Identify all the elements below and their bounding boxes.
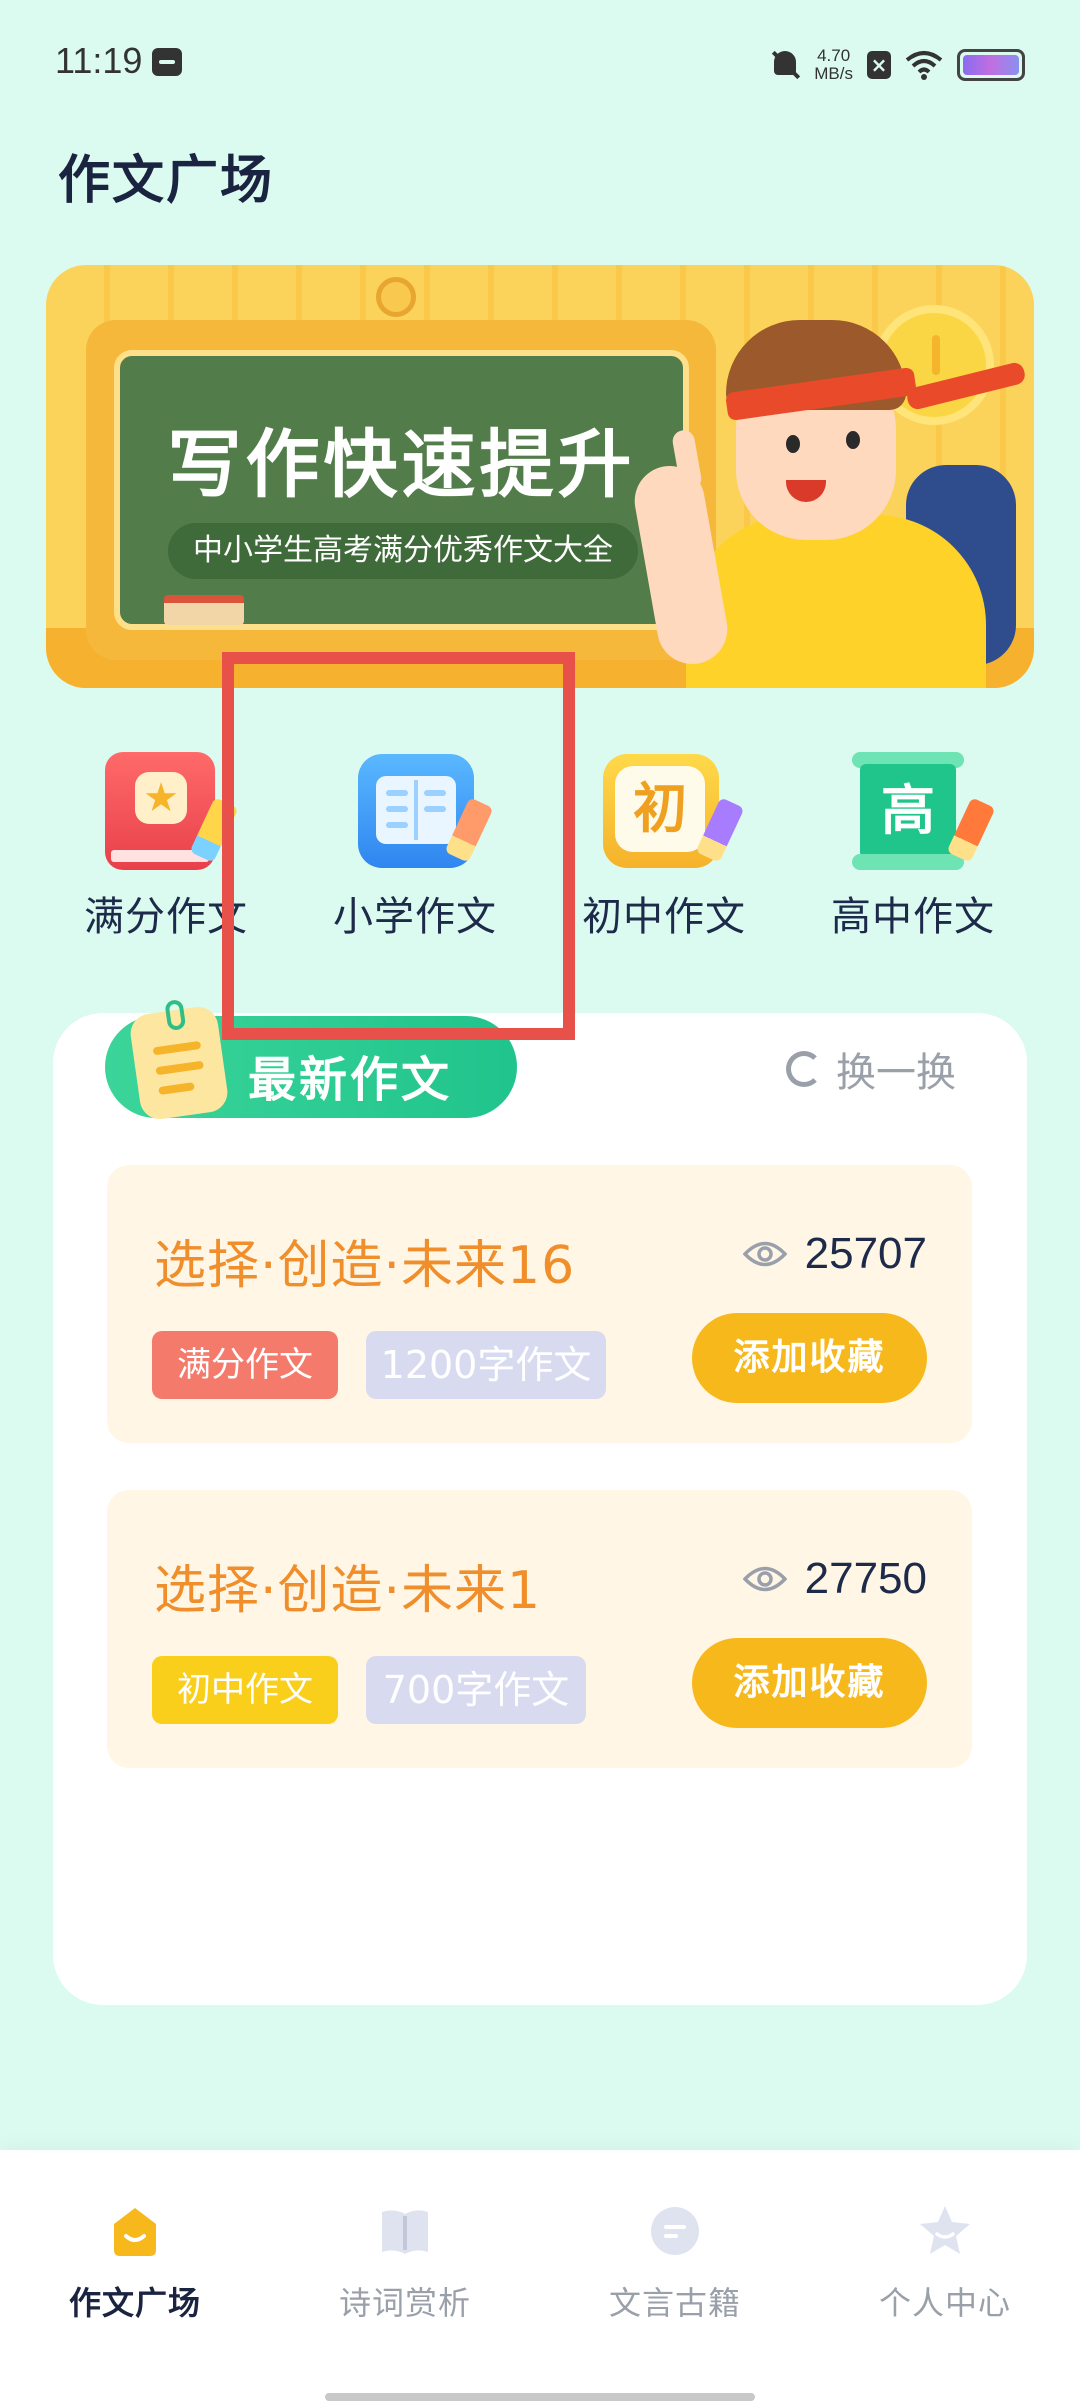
status-icons: 4.70 MB/s × [770, 40, 1025, 90]
boy-illustration [686, 515, 986, 688]
highlight-box [222, 652, 575, 1040]
promo-banner[interactable]: 写作快速提升 中小学生高考满分优秀作文大全 [46, 265, 1034, 688]
banner-subtitle: 中小学生高考满分优秀作文大全 [168, 523, 638, 579]
category-label: 初中作文 [582, 894, 746, 940]
page-title: 作文广场 [58, 151, 275, 211]
status-bar: 11:19 4.70 MB/s × [0, 0, 1080, 130]
nav-label: 个人中心 [878, 2284, 1011, 2322]
refresh-button[interactable]: 换一换 [786, 1040, 956, 1098]
eraser-illustration [164, 595, 244, 625]
book-icon [376, 2202, 434, 2260]
home-icon [106, 2202, 164, 2260]
nav-label: 作文广场 [68, 2284, 201, 2322]
board-hanger [376, 277, 416, 317]
essay-card[interactable]: 选择·创造·未来16 25707 满分作文 1200字作文 添加收藏 [107, 1165, 972, 1443]
note-icon [128, 998, 230, 1122]
essay-views: 25707 [742, 1229, 927, 1279]
bell-muted-icon [770, 49, 801, 81]
nav-label: 诗词赏析 [338, 2284, 471, 2322]
chu-icon: 初 [603, 752, 745, 870]
chat-icon [646, 2202, 704, 2260]
refresh-label: 换一换 [836, 1050, 956, 1096]
eye-icon [742, 1241, 787, 1267]
nav-label: 文言古籍 [608, 2284, 741, 2322]
refresh-icon [786, 1051, 822, 1087]
gao-glyph: 高 [860, 764, 956, 858]
essay-title: 选择·创造·未来1 [154, 1561, 542, 1621]
nav-tab-classical[interactable]: 文言古籍 [575, 2202, 775, 2324]
tag-level: 满分作文 [152, 1331, 338, 1399]
nav-tab-profile[interactable]: 个人中心 [845, 2202, 1045, 2324]
tag-length: 700字作文 [366, 1656, 586, 1724]
wifi-icon [905, 51, 943, 80]
add-favorite-button[interactable]: 添加收藏 [692, 1313, 927, 1403]
star-icon [916, 2202, 974, 2260]
message-notification-icon [152, 48, 182, 76]
boy-eye [786, 435, 800, 453]
nav-tab-essay-square[interactable]: 作文广场 [35, 2202, 235, 2324]
add-favorite-button[interactable]: 添加收藏 [692, 1638, 927, 1728]
essay-title: 选择·创造·未来16 [154, 1236, 576, 1296]
network-speed: 4.70 MB/s [814, 47, 853, 83]
bottom-nav: 作文广场 诗词赏析 文言古籍 个人中心 [0, 2150, 1080, 2408]
chu-glyph: 初 [615, 766, 705, 852]
nav-tab-poetry[interactable]: 诗词赏析 [305, 2202, 505, 2324]
view-count: 27750 [804, 1554, 927, 1603]
home-indicator[interactable] [325, 2393, 755, 2401]
star-book-icon: ★ [105, 752, 239, 870]
sim-off-icon: × [867, 51, 891, 79]
essay-views: 27750 [742, 1554, 927, 1604]
category-senior-high[interactable]: 高 高中作文 [813, 752, 1013, 942]
scroll-icon: 高 [852, 752, 996, 870]
eye-icon [742, 1566, 787, 1592]
category-label: 高中作文 [831, 894, 995, 940]
network-speed-value: 4.70 [817, 46, 851, 65]
category-junior-high[interactable]: 初 初中作文 [564, 752, 764, 942]
tag-level: 初中作文 [152, 1656, 338, 1724]
status-time: 11:19 [55, 40, 143, 81]
banner-title: 写作快速提升 [167, 422, 636, 508]
battery-icon [957, 49, 1025, 81]
view-count: 25707 [804, 1229, 927, 1278]
latest-section-title: 最新作文 [248, 1052, 453, 1108]
tag-length: 1200字作文 [366, 1331, 606, 1399]
network-speed-unit: MB/s [814, 64, 853, 83]
boy-eye [846, 431, 860, 449]
essay-card[interactable]: 选择·创造·未来1 27750 初中作文 700字作文 添加收藏 [107, 1490, 972, 1768]
